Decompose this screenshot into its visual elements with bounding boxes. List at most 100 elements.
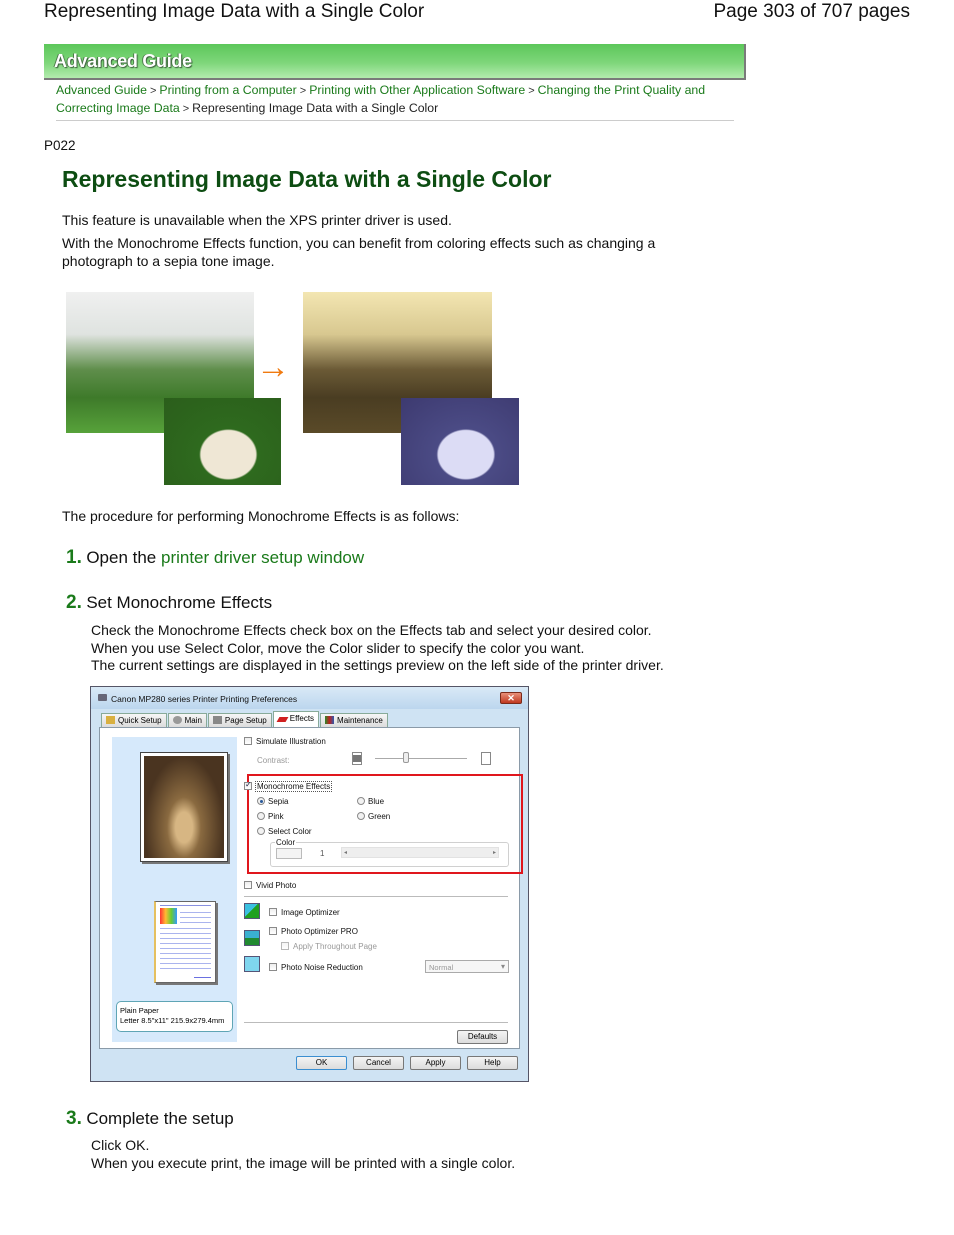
- noise-level-select[interactable]: Normal: [425, 960, 509, 973]
- photo-optimizer-icon: [244, 930, 260, 946]
- image-optimizer-checkbox[interactable]: [269, 908, 277, 916]
- apply-throughout-page-label: Apply Throughout Page: [293, 942, 377, 951]
- page-setup-icon: [212, 716, 222, 724]
- ok-button[interactable]: OK: [296, 1056, 347, 1070]
- advanced-guide-banner: Advanced Guide: [44, 44, 746, 80]
- section-divider: [244, 896, 508, 897]
- tab-label: Page Setup: [224, 716, 267, 725]
- sepia-radio[interactable]: [257, 797, 265, 805]
- monochrome-effects-checkbox[interactable]: [244, 780, 252, 790]
- select-color-label: Select Color: [268, 827, 312, 836]
- tab-maintenance[interactable]: Maintenance: [320, 713, 388, 727]
- maintenance-icon: [325, 716, 335, 724]
- effects-icon: [276, 717, 289, 722]
- dog-photo-blue: [401, 398, 519, 485]
- tab-bar: Quick Setup Main Page Setup Effects Main…: [101, 711, 389, 727]
- photo-noise-reduction-checkbox[interactable]: [269, 963, 277, 971]
- blue-radio[interactable]: [357, 797, 365, 805]
- sepia-preview-image: [140, 752, 228, 862]
- breadcrumb: Advanced Guide > Printing from a Computer >…: [56, 82, 746, 118]
- sepia-label: Sepia: [268, 797, 289, 806]
- step-title: Open the printer driver setup window: [86, 548, 364, 567]
- green-radio[interactable]: [357, 812, 365, 820]
- tab-label: Quick Setup: [118, 716, 162, 725]
- breadcrumb-separator: >: [528, 85, 535, 97]
- settings-preview: Plain Paper Letter 8.5"x11" 215.9x279.4m…: [112, 737, 237, 1042]
- tab-effects[interactable]: Effects: [272, 711, 320, 727]
- help-button[interactable]: Help: [467, 1056, 518, 1070]
- breadcrumb-separator: >: [182, 103, 190, 115]
- apply-throughout-page-checkbox[interactable]: [281, 942, 289, 950]
- pink-radio[interactable]: [257, 812, 265, 820]
- arrow-right-icon: →: [256, 348, 290, 386]
- defaults-button[interactable]: Defaults: [457, 1030, 508, 1044]
- tab-quick-setup[interactable]: Quick Setup: [101, 713, 167, 727]
- cancel-button[interactable]: Cancel: [353, 1056, 404, 1070]
- page-header-title: Representing Image Data with a Single Co…: [44, 1, 425, 22]
- simulate-illustration-checkbox[interactable]: [244, 737, 252, 745]
- printer-preferences-dialog: Canon MP280 series Printer Printing Pref…: [90, 686, 529, 1082]
- step-title: Complete the setup: [86, 1109, 234, 1128]
- breadcrumb-link-other-app-software[interactable]: Printing with Other Application Software: [309, 83, 525, 97]
- page-title: Representing Image Data with a Single Co…: [62, 166, 552, 192]
- quick-setup-icon: [106, 716, 115, 724]
- image-optimizer-icon: [244, 903, 260, 919]
- color-group-label: Color: [275, 838, 297, 847]
- tab-page-setup[interactable]: Page Setup: [207, 713, 272, 727]
- contrast-slider-track[interactable]: [375, 758, 467, 759]
- step-title: Set Monochrome Effects: [86, 593, 273, 612]
- contrast-low-icon: [352, 752, 362, 765]
- procedure-intro: The procedure for performing Monochrome …: [62, 508, 460, 524]
- apply-button[interactable]: Apply: [410, 1056, 461, 1070]
- divider: [56, 120, 734, 121]
- contrast-high-icon: [481, 752, 491, 765]
- paper-type: Plain Paper: [120, 1006, 159, 1015]
- paper-size: Letter 8.5"x11" 215.9x279.4mm: [120, 1016, 225, 1025]
- breadcrumb-separator: >: [149, 85, 157, 97]
- printer-driver-setup-link[interactable]: printer driver setup window: [161, 548, 364, 567]
- color-slider[interactable]: ◂ ▸: [341, 847, 499, 858]
- printer-icon: [98, 694, 107, 701]
- dog-photo-color: [164, 398, 281, 485]
- doc-code: P022: [44, 138, 76, 153]
- intro-note: This feature is unavailable when the XPS…: [62, 212, 452, 228]
- close-button[interactable]: ✕: [500, 692, 522, 704]
- breadcrumb-link-advanced-guide[interactable]: Advanced Guide: [56, 83, 147, 97]
- noise-reduction-icon: [244, 956, 260, 972]
- step-title-text: Open the: [86, 548, 161, 567]
- step-2-body-2: When you use Select Color, move the Colo…: [91, 640, 585, 656]
- step-1: 1. Open the printer driver setup window: [66, 547, 364, 569]
- vivid-photo-label: Vivid Photo: [256, 881, 297, 890]
- tab-label: Main: [184, 716, 202, 725]
- blue-label: Blue: [368, 797, 385, 806]
- monochrome-effects-label: Monochrome Effects: [255, 781, 333, 792]
- step-3-body-2: When you execute print, the image will b…: [91, 1155, 516, 1171]
- vivid-photo-checkbox[interactable]: [244, 881, 252, 889]
- contrast-slider-thumb[interactable]: [403, 752, 409, 763]
- photo-optimizer-pro-label: Photo Optimizer PRO: [281, 927, 358, 936]
- photo-optimizer-pro-checkbox[interactable]: [269, 927, 277, 935]
- dialog-titlebar: Canon MP280 series Printer Printing Pref…: [91, 687, 528, 709]
- pink-label: Pink: [268, 812, 284, 821]
- select-color-radio[interactable]: [257, 827, 265, 835]
- section-divider: [244, 1022, 508, 1023]
- breadcrumb-link-printing-from-computer[interactable]: Printing from a Computer: [159, 83, 296, 97]
- page-number: Page 303 of 707 pages: [713, 1, 910, 22]
- main-icon: [172, 716, 182, 724]
- tab-main[interactable]: Main: [167, 713, 207, 727]
- color-swatch: [276, 848, 302, 859]
- breadcrumb-current: Representing Image Data with a Single Co…: [192, 101, 439, 115]
- step-number: 2.: [66, 592, 82, 613]
- step-2-body-3: The current settings are displayed in th…: [91, 657, 664, 673]
- step-number: 3.: [66, 1108, 82, 1129]
- contrast-label: Contrast:: [257, 756, 290, 765]
- breadcrumb-separator: >: [299, 85, 307, 97]
- dialog-title: Canon MP280 series Printer Printing Pref…: [111, 694, 298, 704]
- photo-noise-reduction-label: Photo Noise Reduction: [281, 963, 363, 972]
- paper-info-box: Plain Paper Letter 8.5"x11" 215.9x279.4m…: [116, 1001, 233, 1032]
- image-optimizer-label: Image Optimizer: [281, 908, 340, 917]
- step-3-body-1: Click OK.: [91, 1137, 150, 1153]
- intro-description: With the Monochrome Effects function, yo…: [62, 235, 656, 269]
- step-2: 2. Set Monochrome Effects: [66, 592, 272, 614]
- banner-label: Advanced Guide: [54, 51, 192, 71]
